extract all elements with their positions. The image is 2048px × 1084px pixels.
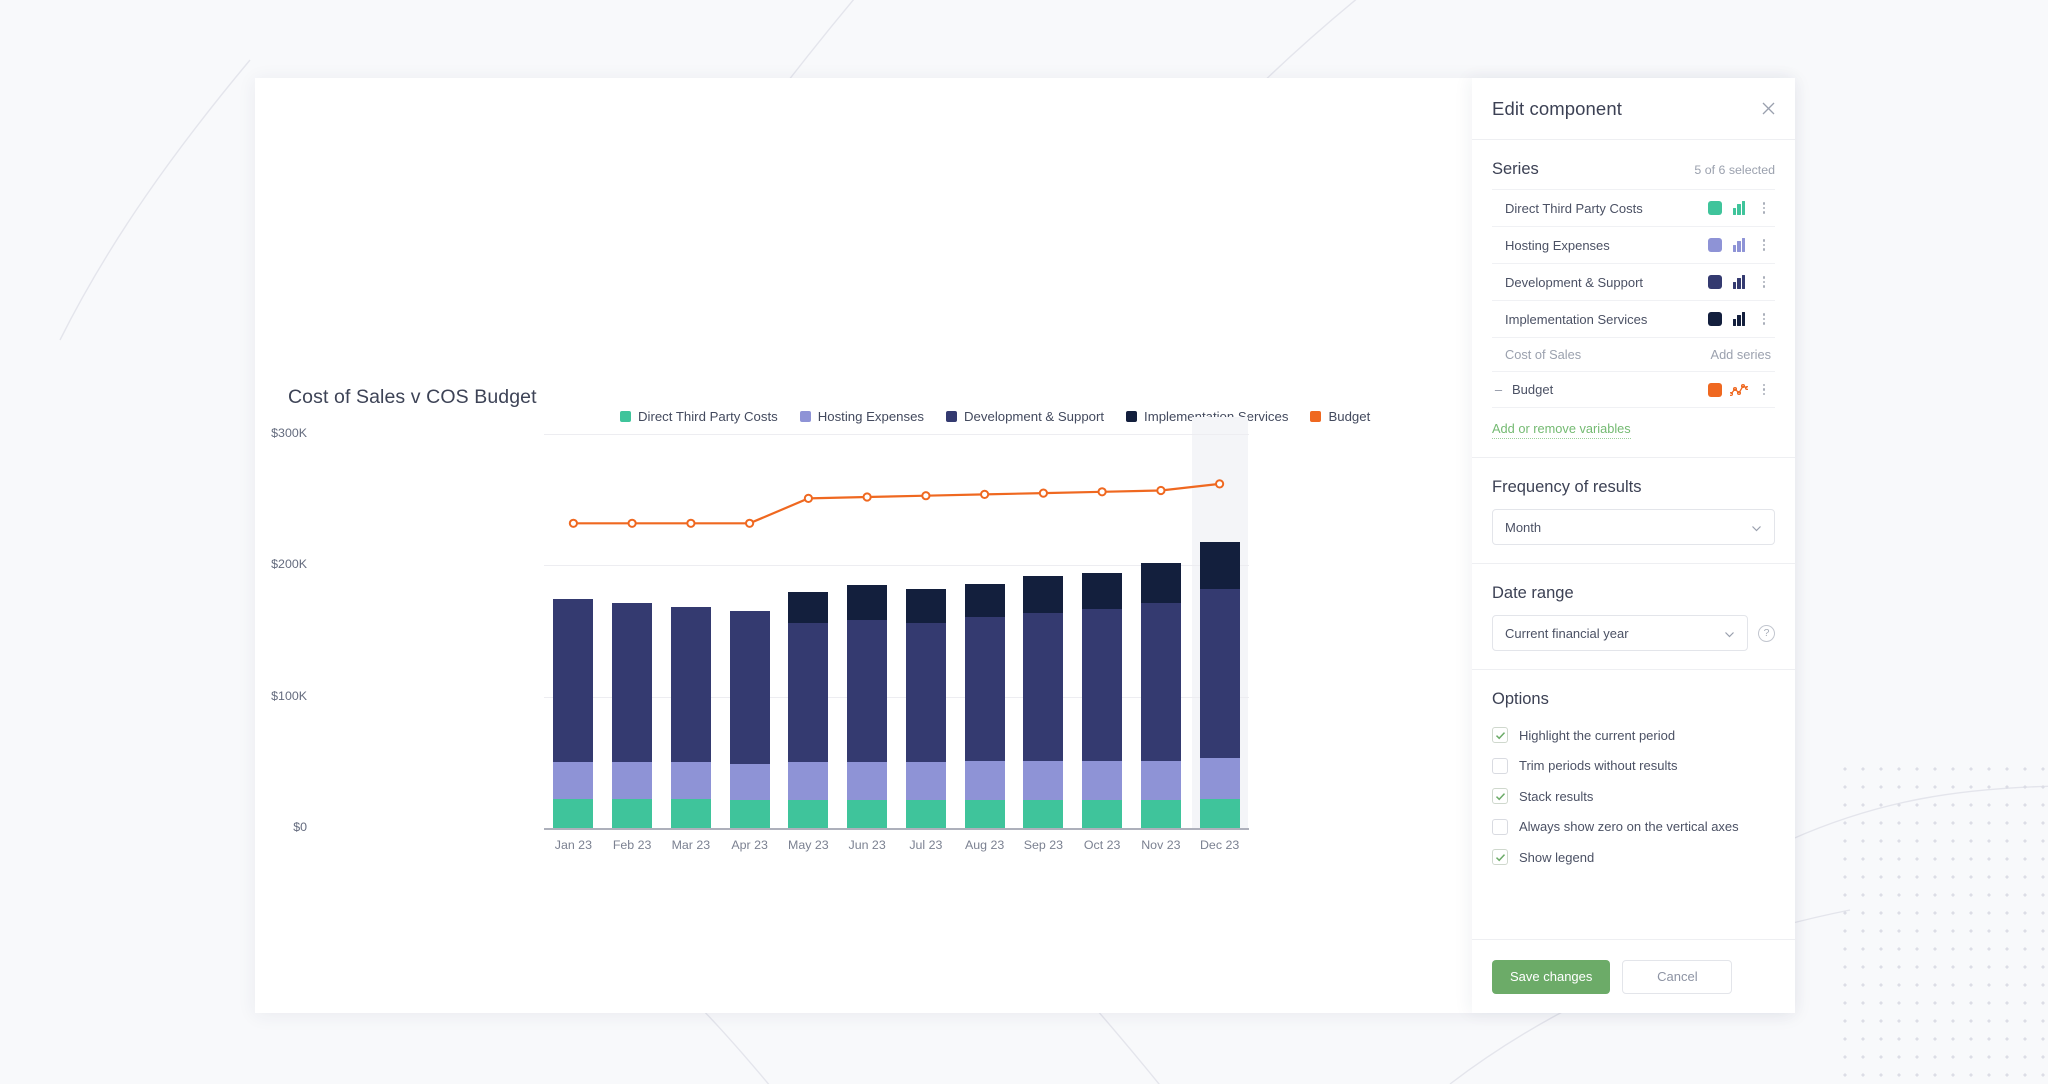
- option-row[interactable]: Show legend: [1492, 845, 1775, 870]
- date-range-row: Current financial year ?: [1492, 615, 1775, 651]
- series-label: Hosting Expenses: [1505, 237, 1610, 253]
- save-changes-button[interactable]: Save changes: [1492, 959, 1611, 994]
- series-label: Direct Third Party Costs: [1505, 200, 1643, 216]
- series-row[interactable]: Direct Third Party Costs: [1492, 189, 1775, 226]
- option-label: Always show zero on the vertical axes: [1519, 819, 1739, 835]
- cancel-button[interactable]: Cancel: [1622, 959, 1733, 994]
- chart-plot: $0 $100K $200K $300K Jan 23 Feb 23 Mar 23 Apr 2…: [255, 78, 1477, 1013]
- add-series-button[interactable]: Add series: [1711, 347, 1771, 362]
- series-collapse-icon[interactable]: –: [1492, 382, 1505, 397]
- x-axis-tick-label: Dec 23: [1199, 838, 1240, 852]
- series-options-kebab-icon[interactable]: [1755, 202, 1773, 214]
- close-icon[interactable]: [1757, 97, 1779, 119]
- checkbox-checked-icon[interactable]: [1492, 849, 1508, 866]
- date-range-value: Current financial year: [1505, 625, 1629, 641]
- series-row[interactable]: Implementation Services: [1492, 300, 1775, 337]
- frequency-select[interactable]: Month: [1492, 509, 1775, 545]
- series-label: Implementation Services: [1505, 311, 1648, 327]
- option-label: Trim periods without results: [1519, 758, 1678, 774]
- panel-title: Edit component: [1492, 97, 1622, 119]
- option-row[interactable]: Highlight the current period: [1492, 723, 1775, 748]
- frequency-heading: Frequency of results: [1492, 478, 1642, 496]
- checkbox-checked-icon[interactable]: [1492, 788, 1508, 805]
- bar-chart-icon[interactable]: [1730, 201, 1748, 215]
- option-label: Show legend: [1519, 849, 1595, 865]
- series-selected-count: 5 of 6 selected: [1694, 163, 1775, 177]
- add-or-remove-variables-link[interactable]: Add or remove variables: [1492, 421, 1631, 439]
- budget-line-series: [568, 479, 1225, 528]
- close-glyph: [1762, 102, 1774, 114]
- series-group-label: Cost of Sales: [1505, 347, 1582, 362]
- series-label: Development & Support: [1505, 274, 1644, 290]
- frequency-value: Month: [1505, 519, 1542, 535]
- series-label: Budget: [1512, 382, 1554, 397]
- chevron-down-icon: [1750, 522, 1763, 538]
- option-row[interactable]: Always show zero on the vertical axes: [1492, 815, 1775, 840]
- dot-pattern: [1836, 760, 2048, 1084]
- edit-component-panel: Edit component Series 5 of 6 selected Di…: [1472, 78, 1795, 1013]
- date-range-select[interactable]: Current financial year: [1492, 615, 1748, 651]
- options-section: Options Highlight the current period Trim…: [1472, 670, 1795, 894]
- panel-header: Edit component: [1472, 78, 1795, 140]
- option-row[interactable]: Trim periods without results: [1492, 754, 1775, 779]
- checkbox-checked-icon[interactable]: [1492, 727, 1508, 744]
- series-row[interactable]: – Budget: [1492, 371, 1775, 408]
- series-row[interactable]: Development & Support: [1492, 263, 1775, 300]
- line-chart-icon[interactable]: [1730, 383, 1748, 397]
- option-label: Highlight the current period: [1519, 727, 1676, 743]
- bar-chart-icon[interactable]: [1730, 275, 1748, 289]
- series-color-swatch[interactable]: [1708, 201, 1722, 215]
- series-color-swatch[interactable]: [1708, 312, 1722, 326]
- date-range-section: Date range Current financial year ?: [1472, 564, 1795, 670]
- panel-footer: Save changes Cancel: [1472, 939, 1795, 1013]
- series-options-kebab-icon[interactable]: [1755, 313, 1773, 325]
- bar-chart-icon[interactable]: [1730, 238, 1748, 252]
- series-heading: Series: [1492, 160, 1539, 178]
- series-color-swatch[interactable]: [1708, 382, 1722, 397]
- bar-chart-icon[interactable]: [1730, 312, 1748, 326]
- series-group-row: Cost of Sales Add series: [1492, 337, 1775, 371]
- chart-area: Cost of Sales v COS Budget Direct Third …: [255, 78, 1477, 1013]
- chevron-down-icon: [1723, 628, 1736, 644]
- options-heading: Options: [1492, 690, 1549, 708]
- app-root: Cost of Sales v COS Budget Direct Third …: [0, 0, 2048, 1084]
- date-range-heading: Date range: [1492, 584, 1574, 602]
- series-list: Direct Third Party Costs Hosting Expenses…: [1492, 189, 1775, 408]
- series-color-swatch[interactable]: [1708, 275, 1722, 289]
- checkbox-unchecked-icon[interactable]: [1492, 757, 1508, 774]
- series-options-kebab-icon[interactable]: [1755, 383, 1773, 396]
- series-options-kebab-icon[interactable]: [1755, 239, 1773, 251]
- series-section-header: Series 5 of 6 selected: [1492, 160, 1775, 179]
- series-section: Series 5 of 6 selected Direct Third Part…: [1472, 140, 1795, 458]
- checkbox-unchecked-icon[interactable]: [1492, 818, 1508, 835]
- panel-body: Series 5 of 6 selected Direct Third Part…: [1472, 140, 1795, 939]
- options-list: Highlight the current period Trim periods…: [1492, 723, 1775, 870]
- help-icon[interactable]: ?: [1758, 624, 1775, 642]
- series-options-kebab-icon[interactable]: [1755, 276, 1773, 288]
- frequency-section: Frequency of results Month: [1472, 458, 1795, 564]
- option-label: Stack results: [1519, 788, 1594, 804]
- option-row[interactable]: Stack results: [1492, 784, 1775, 809]
- series-color-swatch[interactable]: [1708, 238, 1722, 252]
- series-row[interactable]: Hosting Expenses: [1492, 226, 1775, 263]
